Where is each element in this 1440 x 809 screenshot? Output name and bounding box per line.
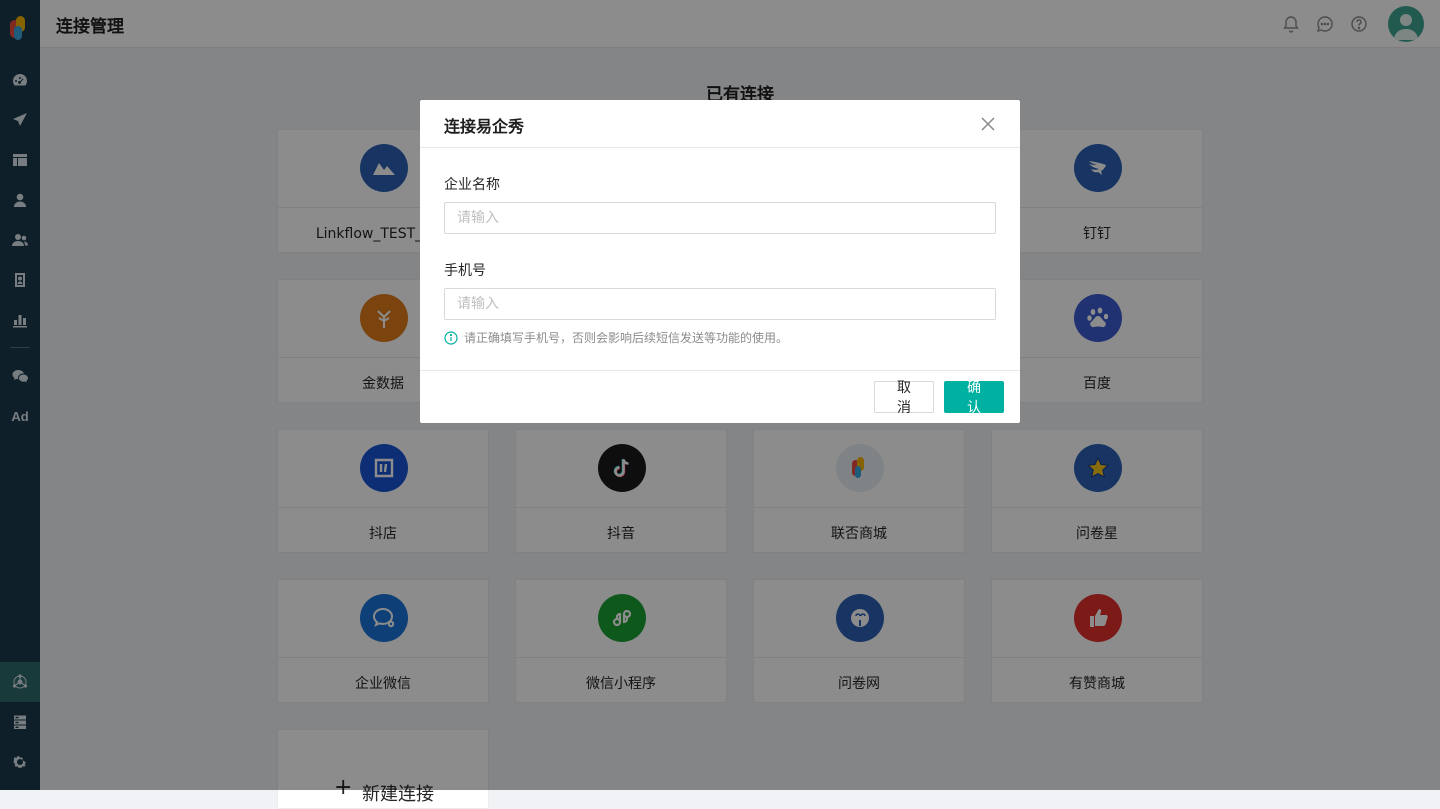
modal-close-button[interactable]: [978, 114, 998, 134]
info-icon: [444, 330, 458, 345]
company-name-input[interactable]: [444, 202, 996, 234]
company-name-label: 企业名称: [444, 177, 500, 193]
phone-hint-text: 请正确填写手机号，否则会影响后续短信发送等功能的使用。: [464, 331, 789, 345]
phone-input[interactable]: [444, 288, 996, 320]
phone-hint: 请正确填写手机号，否则会影响后续短信发送等功能的使用。: [444, 329, 788, 346]
cancel-button[interactable]: 取消: [874, 380, 934, 416]
phone-label: 手机号: [444, 263, 486, 279]
modal-header: 连接易企秀: [420, 100, 1020, 148]
close-icon: [981, 117, 995, 131]
confirm-button[interactable]: 确认: [944, 380, 1004, 416]
modal-footer: 取消 确认: [420, 370, 1020, 423]
connect-modal: 连接易企秀 企业名称 手机号 请正确填写手机号，否则会影响后续短信发送等功能的使…: [420, 100, 1020, 423]
modal-title: 连接易企秀: [444, 117, 525, 136]
